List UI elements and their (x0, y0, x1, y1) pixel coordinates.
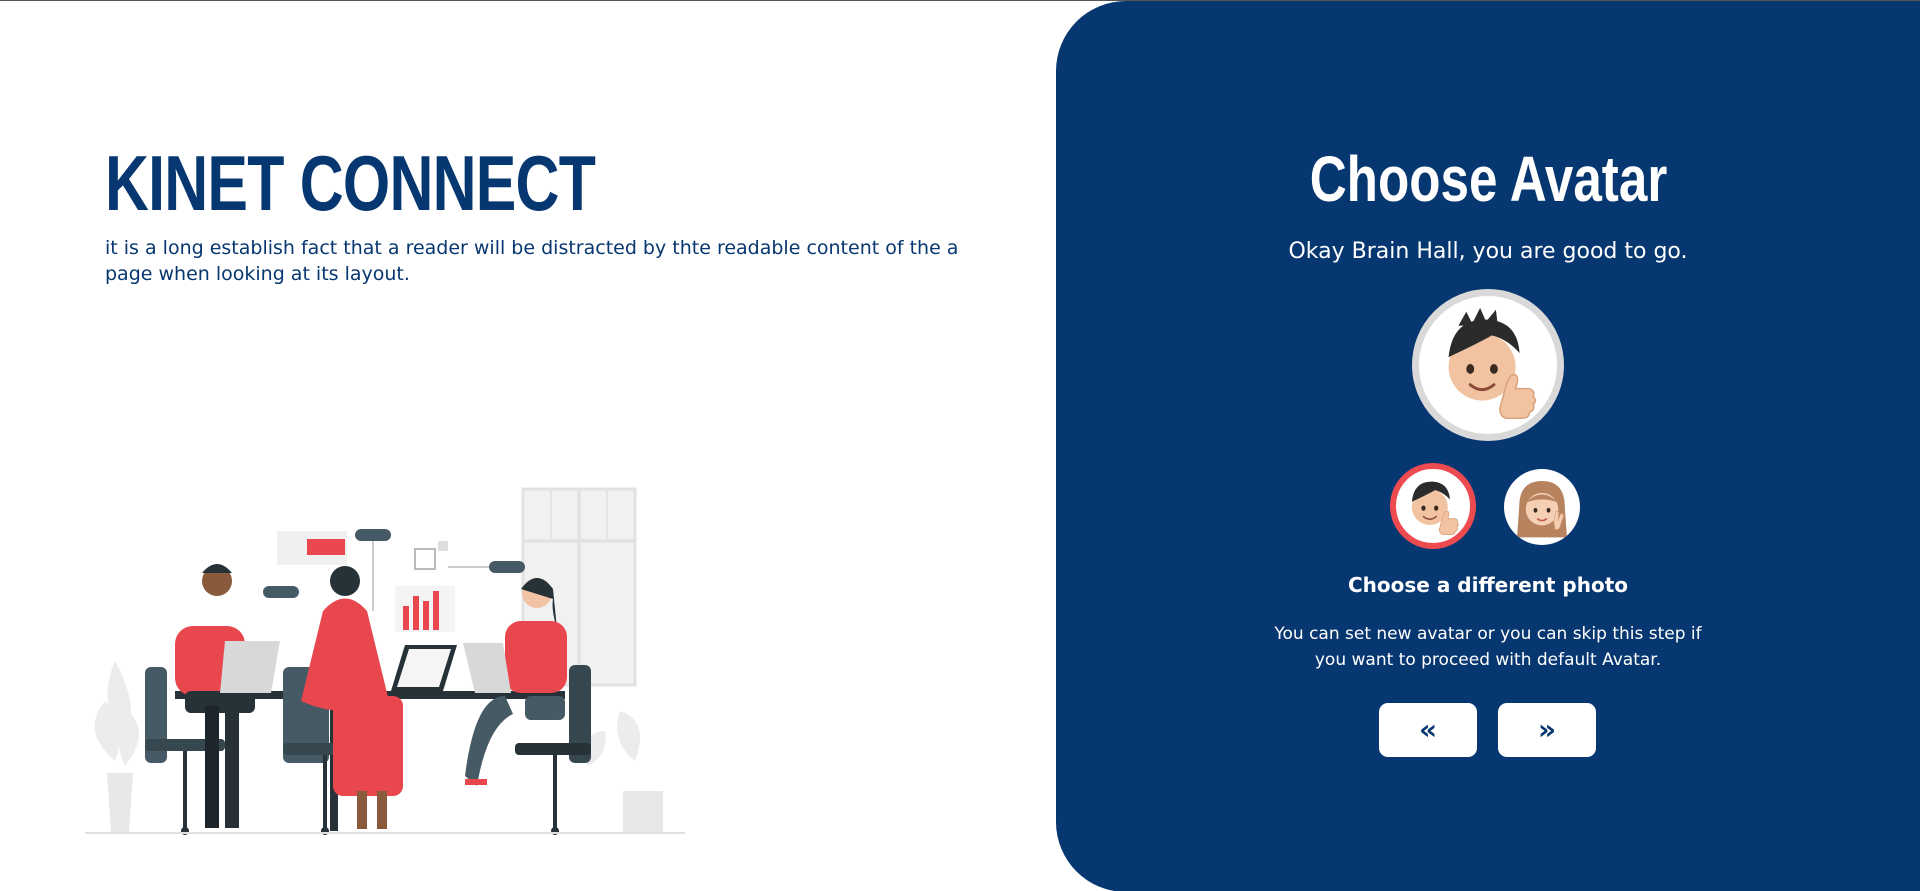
page: KINET CONNECT it is a long establish fac… (0, 0, 1920, 891)
brand-title: KINET CONNECT (105, 139, 596, 227)
avatar-option-female[interactable] (1504, 469, 1580, 545)
next-button[interactable]: » (1498, 703, 1596, 757)
male-avatar-icon (1411, 481, 1459, 535)
male-avatar-icon (1448, 307, 1537, 419)
avatar-help-text: You can set new avatar or you can skip t… (1274, 624, 1702, 670)
choose-different-photo-label[interactable]: Choose a different photo (1056, 571, 1920, 599)
avatar-option-male[interactable] (1390, 463, 1476, 549)
choose-avatar-panel: Choose Avatar Okay Brain Hall, you are g… (1056, 1, 1920, 891)
panel-title-text: Choose Avatar (1309, 143, 1667, 215)
female-avatar-icon (1517, 480, 1567, 538)
intro-section: KINET CONNECT it is a long establish fac… (0, 1, 1056, 891)
greeting-text: Okay Brain Hall, you are good to go. (1288, 239, 1688, 264)
previous-button[interactable]: « (1379, 703, 1477, 757)
team-meeting-illustration (85, 487, 685, 835)
brand-description: it is a long establish fact that a reade… (105, 237, 959, 285)
selected-avatar (1412, 289, 1564, 441)
panel-title: Choose Avatar (1056, 143, 1920, 215)
